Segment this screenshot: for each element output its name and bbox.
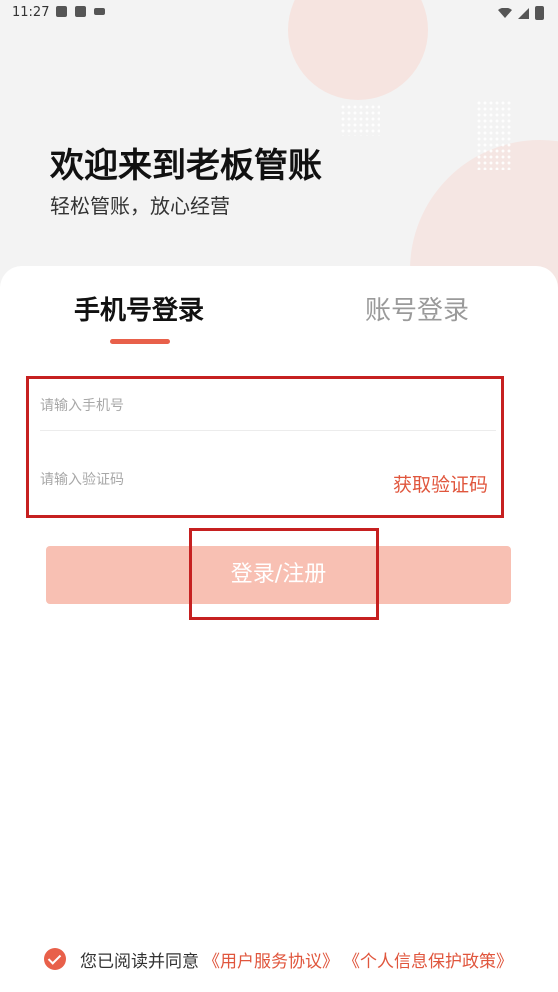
privacy-policy-link[interactable]: 《个人信息保护政策》 [343,947,513,972]
agreement-text: 您已阅读并同意 [80,951,199,972]
button-highlight [189,528,379,620]
agreement-row: 您已阅读并同意 《用户服务协议》 《个人信息保护政策》 [44,946,513,972]
keyboard-icon [94,8,105,15]
welcome-title: 欢迎来到老板管账 [50,146,322,186]
status-time: 11:27 [12,5,50,20]
verification-code-input[interactable] [40,468,360,492]
phone-input[interactable] [40,394,360,418]
app-notification-icon [75,6,86,17]
tab-phone-login[interactable]: 手机号登录 [74,290,204,327]
status-bar: 11:27 [0,0,558,26]
login-card [0,266,558,992]
divider [40,430,496,431]
signal-icon [518,7,529,19]
active-tab-indicator [110,339,170,344]
agreement-checkbox[interactable] [44,948,66,970]
tab-account-login[interactable]: 账号登录 [365,290,469,327]
battery-icon [535,6,544,20]
get-code-button[interactable]: 获取验证码 [393,470,488,497]
decorative-dots [340,104,380,136]
welcome-subtitle: 轻松管账，放心经营 [50,194,230,218]
image-notification-icon [56,6,67,17]
decorative-dots [476,100,512,170]
wifi-icon [498,8,512,18]
user-agreement-link[interactable]: 《用户服务协议》 [203,947,339,972]
